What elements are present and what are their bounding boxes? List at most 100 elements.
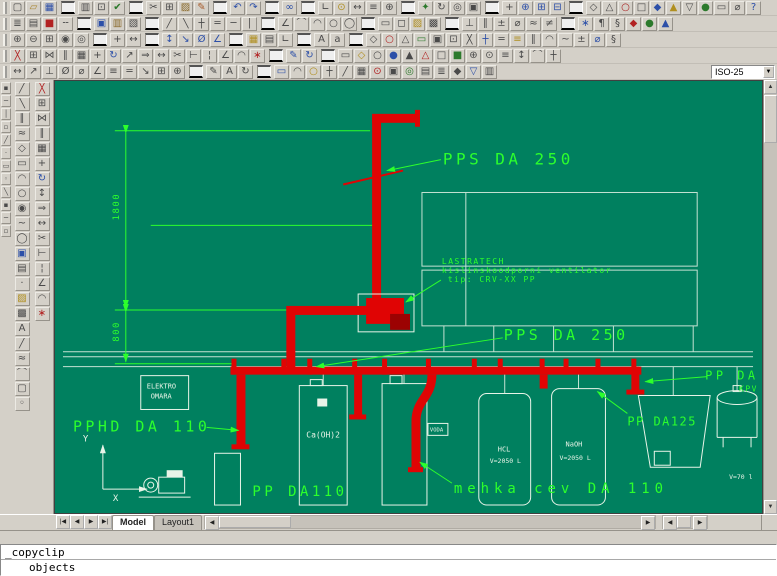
pan-point-icon[interactable]: ↔: [126, 32, 141, 47]
zoom-window2-icon[interactable]: ⊞: [42, 32, 57, 47]
dim-update-icon[interactable]: ↻: [302, 48, 317, 63]
scale-icon[interactable]: ↕: [34, 187, 50, 201]
explode-icon[interactable]: ∗: [250, 48, 265, 63]
tool-icon[interactable]: △: [418, 48, 433, 63]
array-icon[interactable]: ▦: [74, 48, 89, 63]
copy-icon[interactable]: ⊞: [162, 0, 177, 15]
print-icon[interactable]: ▥: [78, 0, 93, 15]
point-icon[interactable]: ·: [14, 277, 30, 291]
dim-baseline-icon[interactable]: ≡: [106, 64, 121, 79]
tab-model[interactable]: Model: [112, 515, 154, 530]
zoom-window-icon[interactable]: ⊞: [534, 0, 549, 15]
insert-block-icon[interactable]: ▥: [110, 16, 125, 31]
copy-object-icon[interactable]: ⊞: [34, 97, 50, 111]
make-block-icon[interactable]: ▣: [94, 16, 109, 31]
tool-icon[interactable]: ↕: [514, 48, 529, 63]
tool-icon[interactable]: ■: [450, 48, 465, 63]
dim-angular-icon[interactable]: ∠: [210, 32, 225, 47]
dock-tool-icon[interactable]: ▪: [1, 199, 11, 211]
pan-realtime-icon[interactable]: +: [110, 32, 125, 47]
osnap-icon[interactable]: ⊙: [334, 0, 349, 15]
horizontal-scroll-thumb[interactable]: [219, 516, 292, 528]
tool-icon[interactable]: △: [602, 0, 617, 15]
offset-icon[interactable]: ∥: [58, 48, 73, 63]
toolbar-grip[interactable]: [3, 17, 7, 30]
lengthen-icon[interactable]: ↔: [34, 217, 50, 231]
arc2-icon[interactable]: ◠: [310, 16, 325, 31]
mtext-icon[interactable]: A: [14, 322, 30, 336]
tool-icon[interactable]: ◦: [14, 397, 30, 411]
extend-icon[interactable]: ⊢: [186, 48, 201, 63]
tool-icon[interactable]: ∗: [578, 16, 593, 31]
zoom-in-icon[interactable]: ⊕: [10, 32, 25, 47]
break-icon[interactable]: ¦: [202, 48, 217, 63]
vline-icon[interactable]: │: [242, 16, 257, 31]
fillet-icon[interactable]: ◠: [34, 292, 50, 306]
tool-icon[interactable]: ┼: [322, 64, 337, 79]
tool-icon[interactable]: ◆: [626, 16, 641, 31]
tool-icon[interactable]: ◠: [542, 32, 557, 47]
stretch-icon[interactable]: ⇒: [138, 48, 153, 63]
match-props-icon[interactable]: ✎: [194, 0, 209, 15]
tool-icon[interactable]: ▭: [274, 64, 289, 79]
tool-icon[interactable]: ▭: [714, 0, 729, 15]
tool-icon[interactable]: §: [606, 32, 621, 47]
mini-scroll-thumb[interactable]: [677, 516, 692, 528]
tool-icon[interactable]: ○: [306, 64, 321, 79]
hline-icon[interactable]: ─: [226, 16, 241, 31]
dock-tool-icon[interactable]: ▪: [1, 82, 11, 94]
trim-icon[interactable]: ✂: [34, 232, 50, 246]
scale-icon[interactable]: ↗: [122, 48, 137, 63]
zoom-out-icon[interactable]: ⊖: [26, 32, 41, 47]
ray-icon[interactable]: ╱: [14, 337, 30, 351]
layers-icon[interactable]: ≣: [10, 16, 25, 31]
scroll-left-icon[interactable]: ◀: [663, 516, 678, 530]
scroll-right-icon[interactable]: ▶: [693, 516, 708, 530]
tab-first-button[interactable]: |◀: [56, 515, 70, 529]
spline-icon[interactable]: ≈: [526, 16, 541, 31]
aerial-view-icon[interactable]: ◎: [450, 0, 465, 15]
mline-icon[interactable]: ═: [210, 16, 225, 31]
trim-icon[interactable]: ✂: [170, 48, 185, 63]
scroll-right-icon[interactable]: ▶: [641, 516, 656, 530]
zoom-previous-icon[interactable]: ⊟: [550, 0, 565, 15]
tool-icon[interactable]: ○: [618, 0, 633, 15]
tool-icon[interactable]: ▥: [482, 64, 497, 79]
dock-tool-icon[interactable]: ·: [1, 147, 11, 159]
tool-icon[interactable]: ≡: [498, 48, 513, 63]
scroll-left-icon[interactable]: ◀: [205, 516, 220, 530]
tool-icon[interactable]: ▽: [682, 0, 697, 15]
hatch-icon[interactable]: ▨: [14, 292, 30, 306]
horizontal-scroll-track[interactable]: [291, 516, 641, 528]
tool-icon[interactable]: ◇: [354, 48, 369, 63]
dock-tool-icon[interactable]: ─: [1, 95, 11, 107]
dock-tool-icon[interactable]: ▭: [1, 160, 11, 172]
mirror-icon[interactable]: ⋈: [34, 112, 50, 126]
redraw-icon[interactable]: ✦: [418, 0, 433, 15]
zoom-all-icon[interactable]: ◎: [74, 32, 89, 47]
rectangle-icon[interactable]: ▭: [378, 16, 393, 31]
tool-icon[interactable]: ▭: [414, 32, 429, 47]
extend-icon[interactable]: ⊢: [34, 247, 50, 261]
xref-icon[interactable]: ▧: [126, 16, 141, 31]
lengthen-icon[interactable]: ↔: [154, 48, 169, 63]
solid-icon[interactable]: ▩: [426, 16, 441, 31]
ellipse-icon[interactable]: ◯: [342, 16, 357, 31]
erase-icon[interactable]: ╳: [10, 48, 25, 63]
pan-icon[interactable]: +: [502, 0, 517, 15]
color-control[interactable]: ■: [42, 16, 57, 31]
named-views-icon[interactable]: ▣: [466, 0, 481, 15]
spell-icon[interactable]: ✔: [110, 0, 125, 15]
polyline-icon[interactable]: ≈: [14, 127, 30, 141]
offset-icon[interactable]: ∥: [34, 127, 50, 141]
tool-icon[interactable]: ◇: [366, 32, 381, 47]
rotate-icon[interactable]: ↻: [106, 48, 121, 63]
redo-icon[interactable]: ↷: [246, 0, 261, 15]
move-icon[interactable]: +: [90, 48, 105, 63]
line-icon[interactable]: ╱: [14, 82, 30, 96]
open-icon[interactable]: ▱: [26, 0, 41, 15]
tool-icon[interactable]: ╳: [462, 32, 477, 47]
boundary-icon[interactable]: ▢: [14, 382, 30, 396]
toolbar-grip[interactable]: [3, 65, 7, 78]
dock-tool-icon[interactable]: ─: [1, 212, 11, 224]
